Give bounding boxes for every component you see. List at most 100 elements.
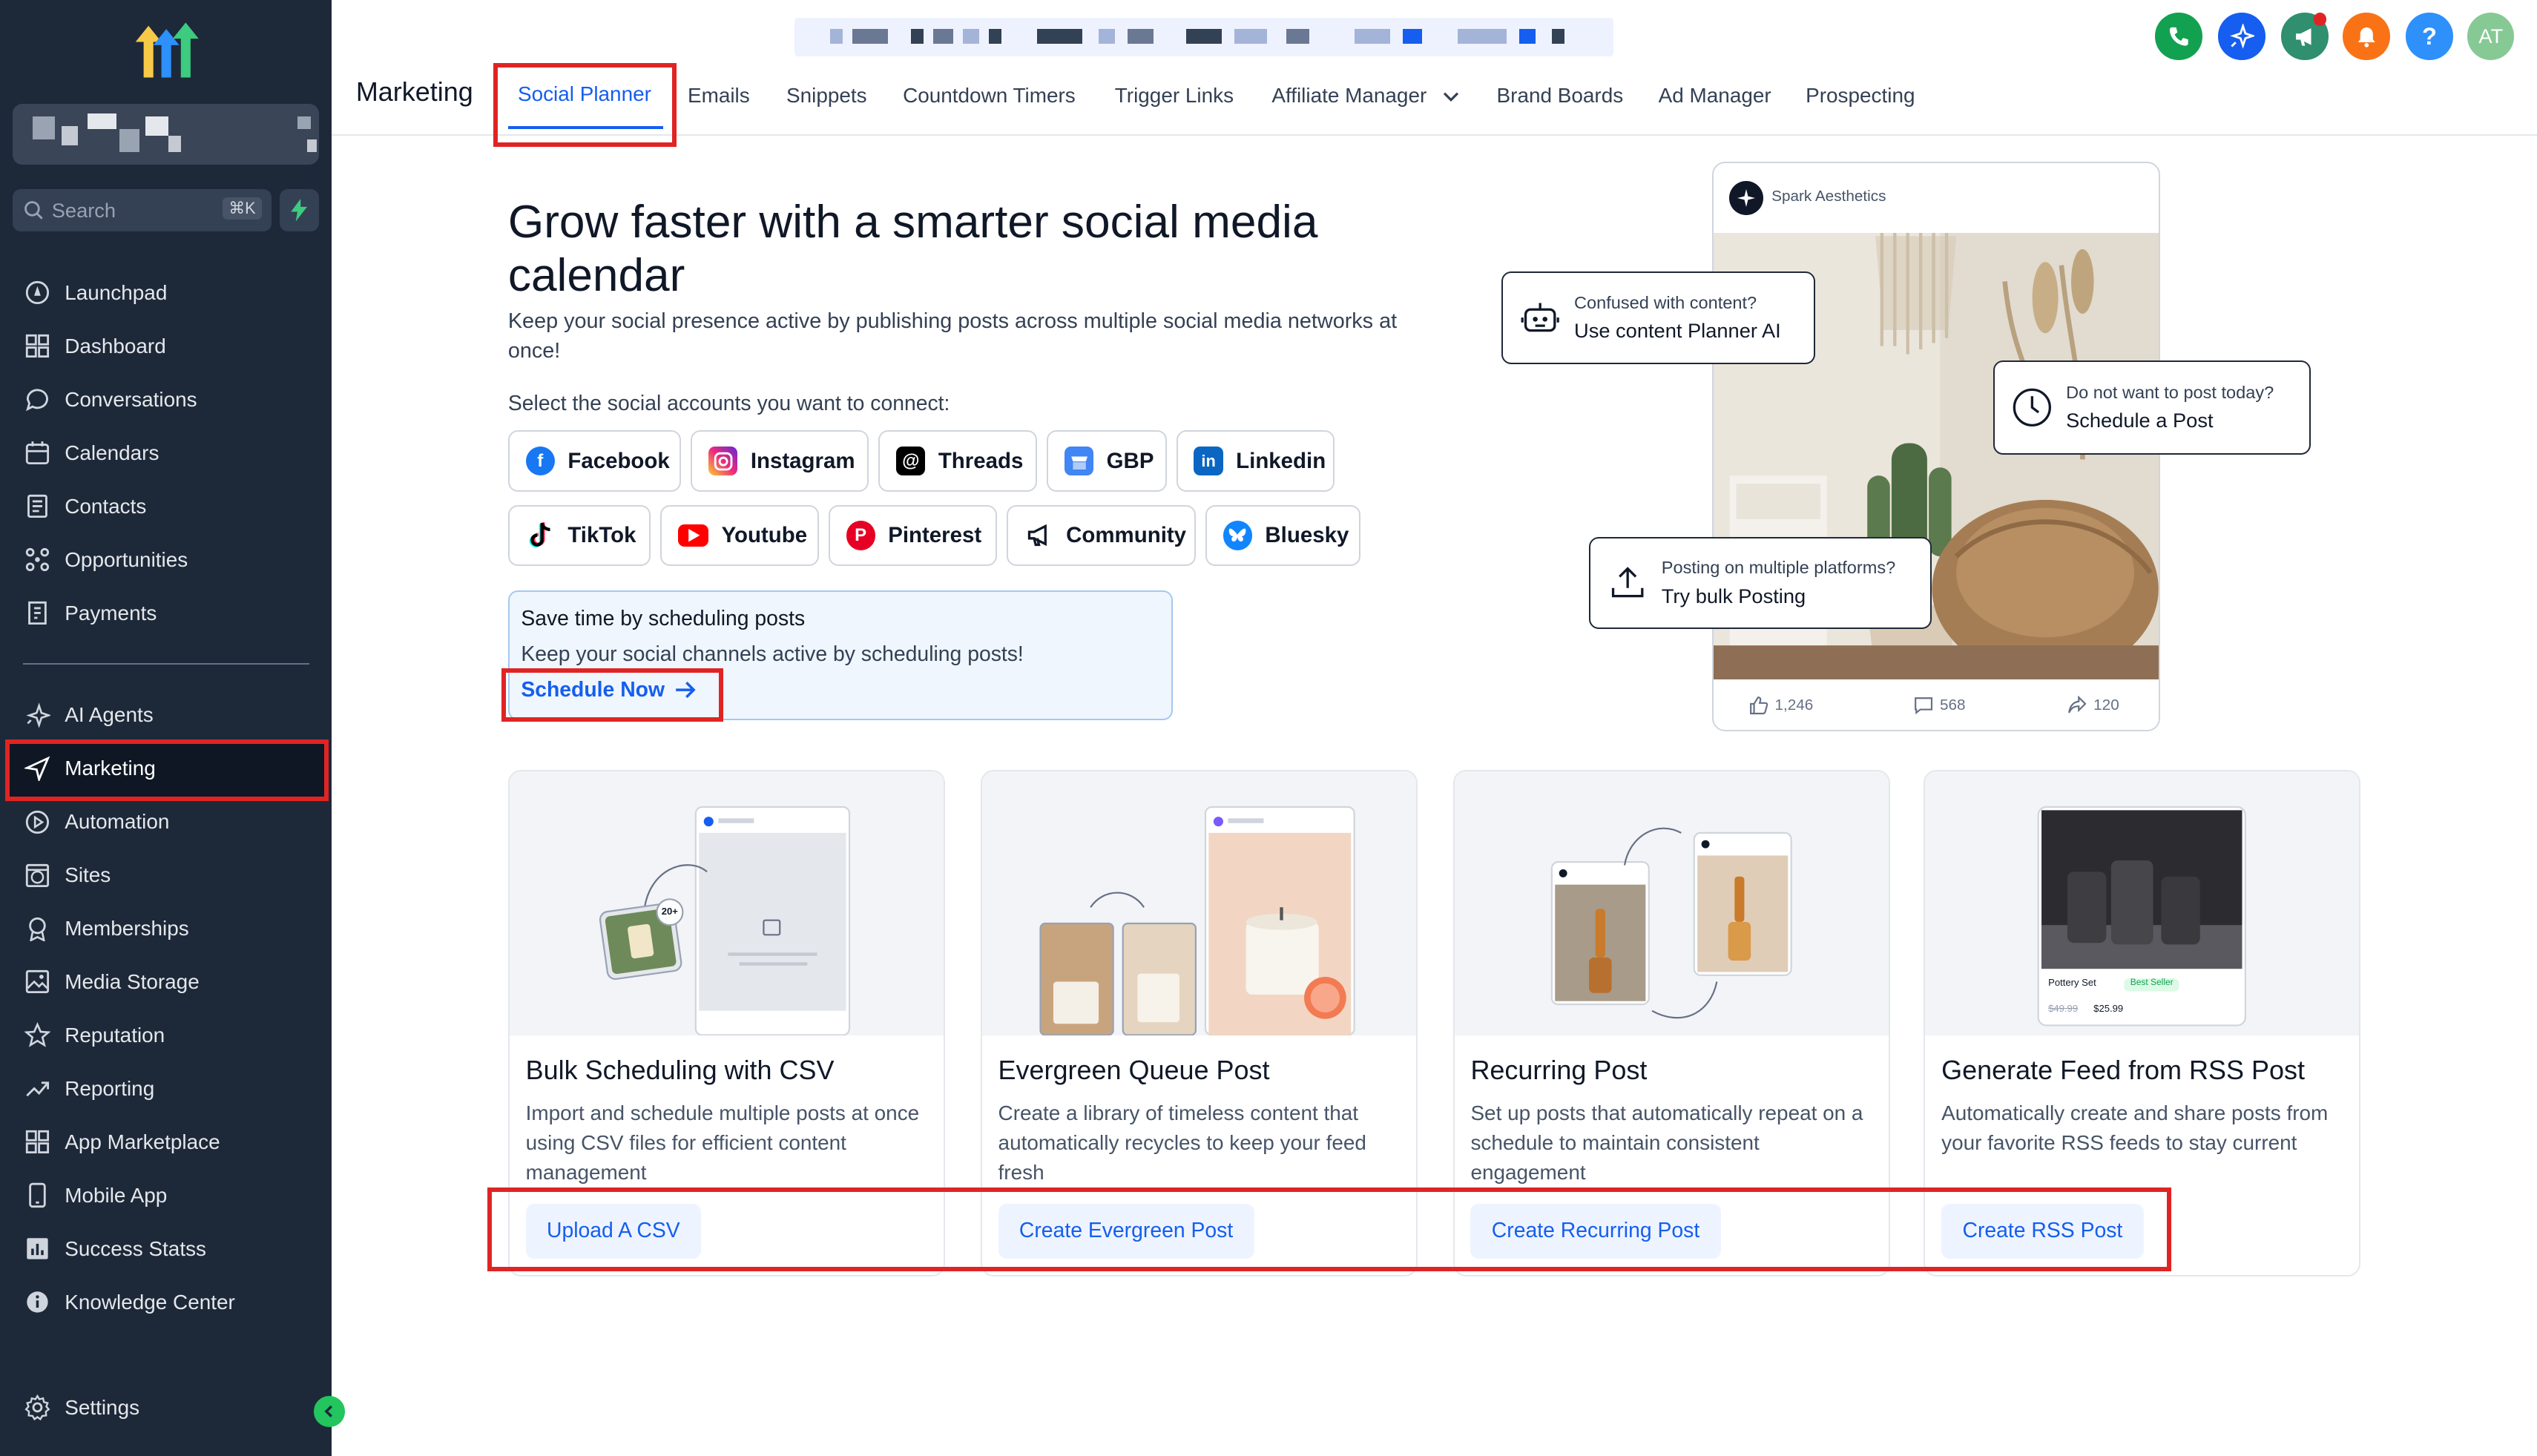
sidebar-item-opportunities[interactable]: Opportunities	[23, 542, 324, 578]
instagram-icon	[708, 446, 738, 476]
info-icon	[23, 1288, 52, 1317]
sidebar-item-app-marketplace[interactable]: App Marketplace	[23, 1124, 324, 1160]
sidebar-item-payments[interactable]: Payments	[23, 596, 324, 631]
sidebar-item-label: Payments	[65, 601, 157, 625]
sidebar-item-contacts[interactable]: Contacts	[23, 489, 324, 524]
sidebar-item-marketing[interactable]: Marketing	[23, 751, 324, 786]
pinterest-button[interactable]: P Pinterest	[828, 504, 997, 567]
image-icon	[23, 967, 52, 996]
tab-ad-manager[interactable]: Ad Manager	[1659, 84, 1771, 108]
tab-trigger-links[interactable]: Trigger Links	[1115, 84, 1234, 108]
pinterest-label: Pinterest	[888, 522, 982, 547]
sidebar-item-label: Memberships	[65, 916, 189, 940]
tab-emails[interactable]: Emails	[688, 84, 750, 108]
sidebar-item-label: Marketing	[65, 757, 156, 780]
like-stat: 1,246	[1749, 696, 1813, 715]
help-button[interactable]: ?	[2406, 13, 2453, 60]
youtube-label: Youtube	[721, 522, 808, 547]
create-rss-post-button[interactable]: Create RSS Post	[1941, 1203, 2144, 1259]
sidebar-item-conversations[interactable]: Conversations	[23, 382, 324, 418]
bubble-main-text: Use content Planner AI	[1574, 319, 1781, 343]
bulk-csv-illustration: 20+	[509, 771, 944, 1036]
threads-label: Threads	[938, 448, 1024, 473]
hero-title: Grow faster with a smarter social media …	[507, 196, 1318, 301]
product-name: Pottery Set	[2048, 977, 2096, 989]
ai-assistant-button[interactable]	[2218, 13, 2265, 60]
phone-icon	[2169, 27, 2188, 46]
sidebar-item-reporting[interactable]: Reporting	[23, 1071, 324, 1107]
linkedin-icon: in	[1194, 446, 1223, 476]
community-button[interactable]: Community	[1006, 504, 1196, 567]
tab-social-planner[interactable]: Social Planner	[518, 82, 651, 106]
announcements-button[interactable]	[2281, 13, 2329, 60]
sidebar-item-ai-agents[interactable]: AI Agents	[23, 697, 324, 733]
gbp-icon	[1064, 446, 1094, 476]
phone-button[interactable]	[2155, 13, 2202, 60]
sidebar-item-settings[interactable]: Settings	[23, 1390, 324, 1426]
avatar[interactable]: AT	[2467, 13, 2515, 60]
bulk-posting-bubble: Posting on multiple platforms? Try bulk P…	[1588, 537, 1932, 630]
account-switcher[interactable]	[13, 103, 319, 165]
instagram-label: Instagram	[750, 448, 855, 473]
sidebar-item-label: Launchpad	[65, 280, 168, 304]
sidebar-item-label: Dashboard	[65, 334, 166, 358]
chevron-left-icon	[324, 1405, 333, 1418]
bluesky-button[interactable]: Bluesky	[1205, 504, 1361, 567]
sidebar-item-calendars[interactable]: Calendars	[23, 435, 324, 471]
collapse-sidebar-button[interactable]	[314, 1396, 345, 1427]
tab-prospecting[interactable]: Prospecting	[1806, 84, 1915, 108]
bell-icon	[2357, 27, 2375, 47]
share-count: 120	[2093, 696, 2119, 714]
brand-name: Spark Aesthetics	[1771, 187, 1886, 205]
tiktok-label: TikTok	[567, 522, 636, 547]
youtube-button[interactable]: Youtube	[659, 504, 819, 567]
tab-countdown-timers[interactable]: Countdown Timers	[903, 84, 1076, 108]
bubble-small-text: Posting on multiple platforms?	[1661, 558, 1896, 578]
share-stat: 120	[2067, 695, 2119, 715]
sidebar-item-success-stats[interactable]: Success Statss	[23, 1231, 324, 1267]
sidebar-item-dashboard[interactable]: Dashboard	[23, 329, 324, 364]
sidebar-item-reputation[interactable]: Reputation	[23, 1018, 324, 1053]
upload-csv-button[interactable]: Upload A CSV	[525, 1203, 701, 1259]
trend-icon	[23, 1074, 52, 1103]
gbp-button[interactable]: GBP	[1047, 430, 1167, 493]
card-title: Recurring Post	[1470, 1054, 1648, 1085]
rss-illustration: Pottery Set Best Seller $49.99 $25.99	[1925, 771, 2360, 1035]
thumbs-up-icon	[1749, 696, 1768, 714]
sidebar-item-memberships[interactable]: Memberships	[23, 911, 324, 946]
recurring-card: Recurring Post Set up posts that automat…	[1452, 770, 1890, 1277]
sidebar-item-label: Reputation	[65, 1023, 165, 1047]
sidebar-item-media-storage[interactable]: Media Storage	[23, 964, 324, 1000]
schedule-now-link[interactable]: Schedule Now	[521, 678, 697, 702]
sparkle-icon	[2230, 23, 2255, 49]
search-input[interactable]: Search ⌘K	[13, 189, 272, 231]
product-badge: Best Seller	[2130, 977, 2174, 988]
app-logo[interactable]	[129, 19, 203, 88]
comment-stat: 568	[1914, 696, 1966, 715]
facebook-button[interactable]: f Facebook	[507, 430, 682, 493]
linkedin-button[interactable]: in Linkedin	[1176, 430, 1335, 493]
facebook-label: Facebook	[567, 448, 670, 473]
tab-brand-boards[interactable]: Brand Boards	[1497, 84, 1624, 108]
bluesky-label: Bluesky	[1265, 522, 1349, 547]
threads-icon: @	[896, 446, 926, 476]
tab-affiliate-manager[interactable]: Affiliate Manager	[1271, 84, 1460, 108]
robot-icon	[1519, 297, 1562, 339]
clock-icon	[2011, 386, 2053, 429]
tiktok-button[interactable]: TikTok	[507, 504, 651, 567]
notifications-button[interactable]	[2343, 13, 2390, 60]
quick-action-button[interactable]	[280, 189, 319, 231]
threads-button[interactable]: @ Threads	[878, 430, 1038, 493]
sidebar-item-knowledge-center[interactable]: Knowledge Center	[23, 1285, 324, 1320]
create-evergreen-post-button[interactable]: Create Evergreen Post	[998, 1203, 1254, 1259]
tab-snippets[interactable]: Snippets	[786, 84, 867, 108]
create-recurring-post-button[interactable]: Create Recurring Post	[1470, 1203, 1721, 1259]
instagram-button[interactable]: Instagram	[691, 430, 869, 493]
chat-icon	[23, 385, 52, 414]
sidebar-item-sites[interactable]: Sites	[23, 857, 324, 893]
sidebar-item-mobile-app[interactable]: Mobile App	[23, 1178, 324, 1213]
sidebar-item-automation[interactable]: Automation	[23, 804, 324, 840]
receipt-icon	[23, 599, 52, 627]
sidebar-item-launchpad[interactable]: Launchpad	[23, 275, 324, 311]
upload-icon	[1607, 562, 1649, 605]
